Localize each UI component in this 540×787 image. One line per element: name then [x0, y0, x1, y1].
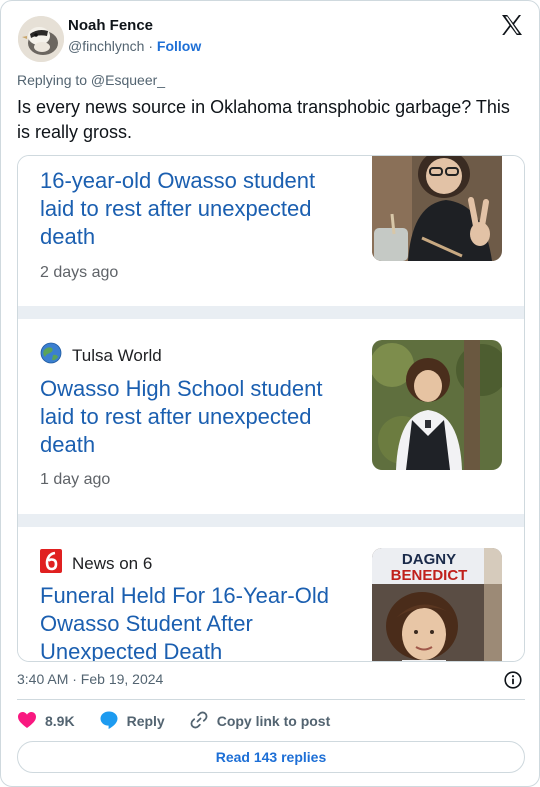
- reply-button[interactable]: Reply: [99, 710, 165, 733]
- news-age: 1 day ago: [40, 471, 111, 488]
- read-replies-button[interactable]: Read 143 replies: [17, 741, 525, 773]
- news-age: 2 days ago: [40, 264, 119, 281]
- globe-icon: [40, 342, 62, 369]
- reply-label: Reply: [126, 713, 165, 729]
- author-handle-row: @finchlynch · Follow: [68, 38, 201, 54]
- news-on-6-logo-icon: [40, 549, 62, 578]
- tweet-card: Noah Fence @finchlynch · Follow Replying…: [0, 0, 540, 787]
- copy-link-label: Copy link to post: [216, 713, 331, 729]
- thumb-caption-line-1: DAGNY: [402, 551, 456, 568]
- news-item: 16-year-old Owasso student laid to rest …: [18, 156, 524, 306]
- news-thumbnail: [372, 340, 502, 470]
- author-name[interactable]: Noah Fence: [68, 17, 153, 34]
- like-count: 8.9K: [45, 713, 75, 729]
- link-icon: [189, 710, 209, 733]
- news-source-label: News on 6: [72, 553, 153, 573]
- tweet-text: Is every news source in Oklahoma transph…: [17, 97, 510, 142]
- action-bar: 8.9K Reply Copy link to post: [17, 710, 354, 732]
- heart-icon: [17, 711, 37, 732]
- news-source-label: Tulsa World: [72, 345, 162, 365]
- handle-separator: ·: [148, 38, 154, 54]
- reply-bubble-icon: [99, 710, 119, 733]
- news-item: News on 6 Funeral Held For 16-Year-Old O…: [18, 527, 524, 662]
- like-button[interactable]: 8.9K: [17, 711, 75, 732]
- item-separator: [18, 514, 524, 527]
- item-separator: [18, 306, 524, 319]
- copy-link-button[interactable]: Copy link to post: [189, 710, 331, 733]
- avatar[interactable]: [18, 16, 64, 62]
- author-handle[interactable]: @finchlynch: [68, 38, 144, 54]
- info-icon[interactable]: [504, 671, 522, 689]
- reply-context[interactable]: Replying to @Esqueer_: [17, 72, 165, 88]
- news-headline: Funeral Held For 16-Year-Old Owasso Stud…: [40, 583, 329, 662]
- x-logo-icon[interactable]: [500, 13, 524, 37]
- footer-divider: [17, 699, 525, 700]
- news-source: Tulsa World: [40, 342, 162, 369]
- thumb-caption-line-2: BENEDICT: [391, 567, 468, 584]
- news-source: News on 6: [40, 549, 152, 578]
- news-item: Tulsa World Owasso High School student l…: [18, 319, 524, 514]
- news-thumbnail: [372, 156, 502, 261]
- news-headline: 16-year-old Owasso student laid to rest …: [40, 168, 316, 249]
- embedded-screenshot[interactable]: 16-year-old Owasso student laid to rest …: [17, 155, 525, 662]
- news-thumbnail: DAGNY BENEDICT: [372, 548, 502, 661]
- post-timestamp[interactable]: 3:40 AM · Feb 19, 2024: [17, 671, 163, 687]
- news-headline: Owasso High School student laid to rest …: [40, 376, 323, 457]
- follow-link[interactable]: Follow: [157, 38, 201, 54]
